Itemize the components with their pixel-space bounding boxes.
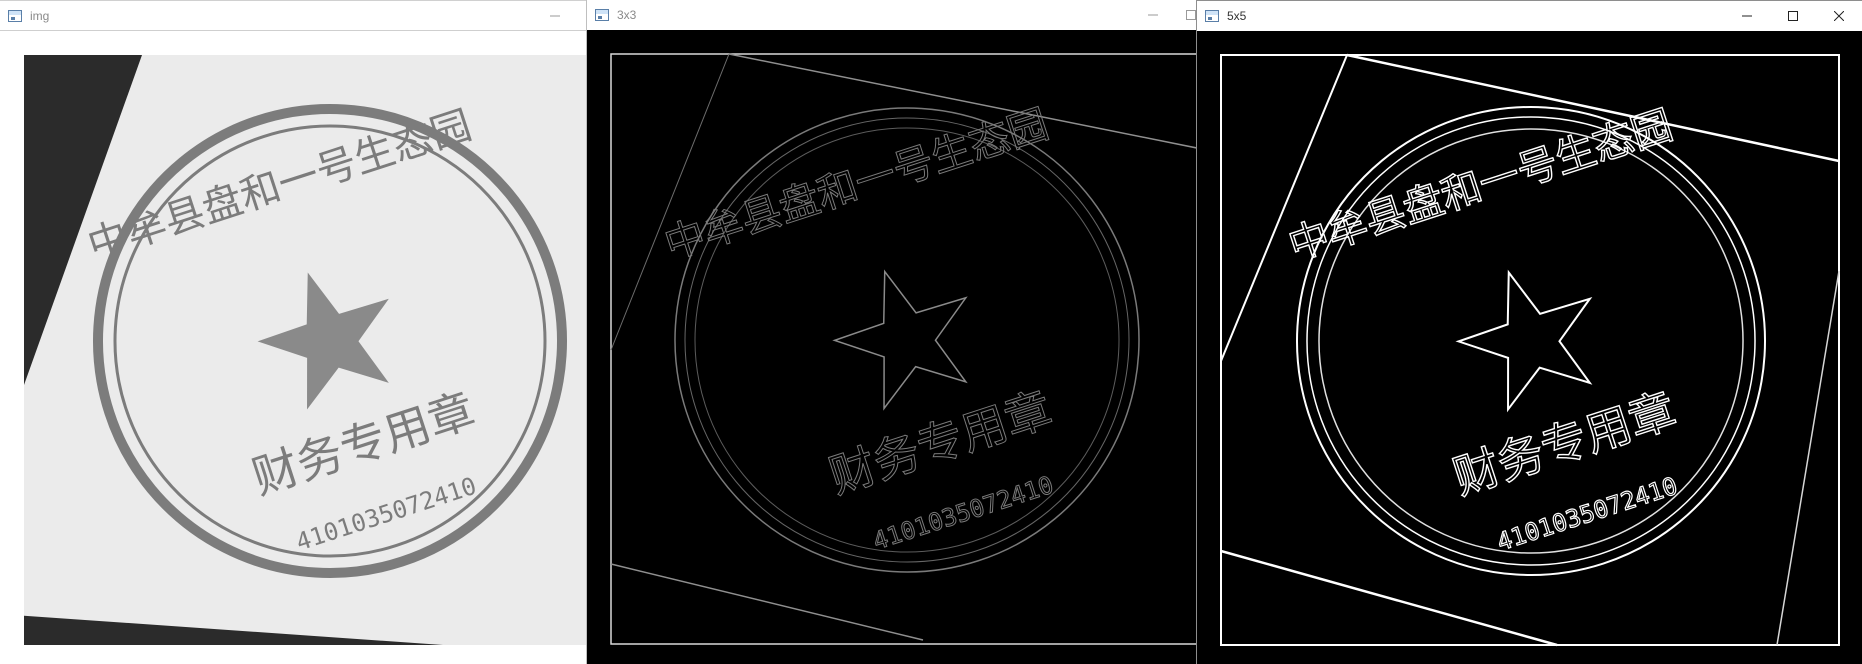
title-divider (0, 30, 586, 31)
window-img: img 中牟县盘和一号生态园 财务专用章 4101035072410 (0, 0, 586, 664)
maximize-icon[interactable] (1176, 0, 1196, 30)
window-3x3: 3x3 中牟县盘和一号生态园 财务专用章 4101035072410 (586, 0, 1196, 664)
titlebar[interactable]: 5x5 (1197, 1, 1862, 31)
image-canvas: 中牟县盘和一号生态园 财务专用章 4101035072410 (1197, 31, 1862, 664)
minimize-icon[interactable] (1130, 0, 1176, 30)
maximize-icon[interactable] (1770, 1, 1816, 31)
app-icon (8, 10, 22, 22)
titlebar[interactable]: 3x3 (587, 0, 1196, 30)
window-title: 3x3 (617, 8, 637, 22)
close-icon[interactable] (1816, 1, 1862, 31)
minimize-icon[interactable] (1724, 1, 1770, 31)
image-canvas: 中牟县盘和一号生态园 财务专用章 4101035072410 (24, 55, 586, 645)
window-title: 5x5 (1227, 9, 1247, 23)
window-5x5: 5x5 中牟县盘和一号生态园 财务专用章 4101035072410 (1196, 0, 1862, 664)
window-title: img (30, 9, 50, 23)
image-canvas: 中牟县盘和一号生态园 财务专用章 4101035072410 (587, 30, 1196, 664)
minimize-icon[interactable] (524, 1, 586, 31)
titlebar[interactable]: img (0, 1, 586, 31)
app-icon (595, 9, 609, 21)
app-icon (1205, 10, 1219, 22)
